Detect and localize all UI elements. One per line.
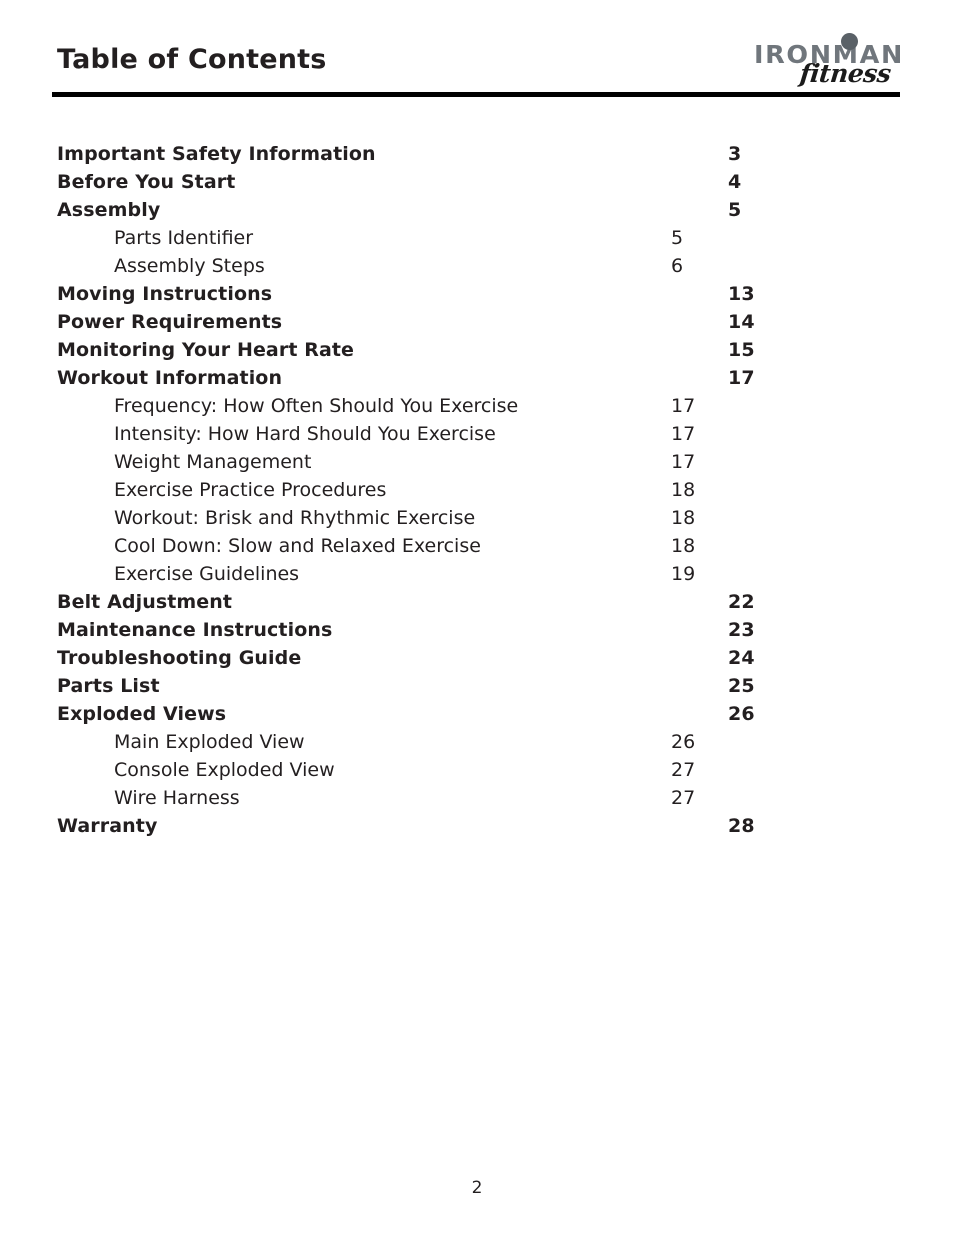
- toc-sub-entry[interactable]: Wire Harness 27: [57, 784, 907, 812]
- toc-entry-label: Assembly Steps: [114, 255, 265, 277]
- toc-entry-page-number: 27: [671, 759, 696, 781]
- header-divider: [52, 92, 900, 97]
- toc-entry-page-number: 18: [671, 535, 696, 557]
- toc-entry-page-number: 15: [728, 339, 755, 361]
- toc-entry-label: Wire Harness: [114, 787, 240, 809]
- toc-entry-page-number: 3: [728, 143, 742, 165]
- toc-entry[interactable]: Maintenance Instructions 23: [57, 616, 907, 644]
- toc-entry-label: Belt Adjustment: [57, 591, 233, 613]
- toc-entry-label: Cool Down: Slow and Relaxed Exercise: [114, 535, 481, 557]
- toc-sub-entry[interactable]: Weight Management 17: [57, 448, 907, 476]
- toc-entry-label: Frequency: How Often Should You Exercise: [114, 395, 519, 417]
- toc-sub-entry[interactable]: Workout: Brisk and Rhythmic Exercise 18: [57, 504, 907, 532]
- logo-script-text: fitness: [798, 59, 893, 88]
- ironman-fitness-logo: IRONMAN fitness: [752, 26, 904, 88]
- toc-entry[interactable]: Parts List 25: [57, 672, 907, 700]
- toc-entry-page-number: 24: [728, 647, 755, 669]
- toc-entry[interactable]: Exploded Views 26: [57, 700, 907, 728]
- toc-entry-label: Intensity: How Hard Should You Exercise: [114, 423, 496, 445]
- toc-entry-page-number: 17: [728, 367, 755, 389]
- toc-entry-page-number: 28: [728, 815, 755, 837]
- page-title: Table of Contents: [57, 44, 327, 75]
- toc-entry-label: Parts List: [57, 675, 160, 697]
- toc-sub-entry[interactable]: Console Exploded View 27: [57, 756, 907, 784]
- table-of-contents-list: Important Safety Information 3 Before You …: [57, 140, 907, 840]
- toc-entry-page-number: 26: [671, 731, 696, 753]
- toc-entry-page-number: 17: [671, 395, 696, 417]
- toc-entry-page-number: 19: [671, 563, 696, 585]
- toc-entry-page-number: 14: [728, 311, 755, 333]
- toc-entry-page-number: 27: [671, 787, 696, 809]
- toc-entry[interactable]: Important Safety Information 3: [57, 140, 907, 168]
- toc-entry[interactable]: Belt Adjustment 22: [57, 588, 907, 616]
- toc-entry-label: Exercise Practice Procedures: [114, 479, 387, 501]
- toc-entry-label: Important Safety Information: [57, 143, 376, 165]
- toc-entry[interactable]: Monitoring Your Heart Rate 15: [57, 336, 907, 364]
- toc-entry-page-number: 4: [728, 171, 742, 193]
- toc-entry-page-number: 17: [671, 451, 696, 473]
- toc-sub-entry[interactable]: Parts Identifier 5: [57, 224, 907, 252]
- toc-entry-label: Assembly: [57, 199, 161, 221]
- toc-sub-entry[interactable]: Exercise Practice Procedures 18: [57, 476, 907, 504]
- toc-entry-page-number: 17: [671, 423, 696, 445]
- toc-entry-label: Workout Information: [57, 367, 283, 389]
- toc-sub-entry[interactable]: Frequency: How Often Should You Exercise…: [57, 392, 907, 420]
- toc-entry-page-number: 18: [671, 479, 696, 501]
- toc-entry-label: Parts Identifier: [114, 227, 254, 249]
- toc-entry-label: Before You Start: [57, 171, 236, 193]
- toc-entry-page-number: 5: [671, 227, 684, 249]
- toc-entry[interactable]: Troubleshooting Guide 24: [57, 644, 907, 672]
- toc-entry-label: Exercise Guidelines: [114, 563, 300, 585]
- document-page: Table of Contents IRONMAN fitness Import…: [0, 0, 954, 1235]
- footer-page-number: 2: [471, 1178, 483, 1198]
- toc-entry[interactable]: Before You Start 4: [57, 168, 907, 196]
- toc-entry-page-number: 26: [728, 703, 755, 725]
- toc-entry-page-number: 23: [728, 619, 755, 641]
- toc-entry-page-number: 25: [728, 675, 755, 697]
- toc-entry-label: Workout: Brisk and Rhythmic Exercise: [114, 507, 476, 529]
- logo-head-dot-icon: [841, 33, 858, 50]
- toc-entry-label: Troubleshooting Guide: [57, 647, 302, 669]
- toc-entry-page-number: 5: [728, 199, 742, 221]
- toc-entry-page-number: 13: [728, 283, 755, 305]
- toc-sub-entry[interactable]: Main Exploded View 26: [57, 728, 907, 756]
- toc-entry-label: Weight Management: [114, 451, 312, 473]
- toc-entry[interactable]: Assembly 5: [57, 196, 907, 224]
- toc-sub-entry[interactable]: Cool Down: Slow and Relaxed Exercise 18: [57, 532, 907, 560]
- toc-entry[interactable]: Power Requirements 14: [57, 308, 907, 336]
- toc-entry-page-number: 22: [728, 591, 755, 613]
- toc-sub-entry[interactable]: Exercise Guidelines 19: [57, 560, 907, 588]
- toc-entry-label: Main Exploded View: [114, 731, 305, 753]
- toc-entry-label: Monitoring Your Heart Rate: [57, 339, 355, 361]
- toc-entry[interactable]: Warranty 28: [57, 812, 907, 840]
- toc-entry-label: Power Requirements: [57, 311, 283, 333]
- toc-sub-entry[interactable]: Intensity: How Hard Should You Exercise 1…: [57, 420, 907, 448]
- toc-sub-entry[interactable]: Assembly Steps 6: [57, 252, 907, 280]
- toc-entry[interactable]: Workout Information 17: [57, 364, 907, 392]
- toc-entry-label: Console Exploded View: [114, 759, 335, 781]
- toc-entry-page-number: 18: [671, 507, 696, 529]
- toc-entry-label: Warranty: [57, 815, 158, 837]
- toc-entry-label: Exploded Views: [57, 703, 227, 725]
- toc-entry-label: Moving Instructions: [57, 283, 273, 305]
- toc-entry-page-number: 6: [671, 255, 684, 277]
- toc-entry[interactable]: Moving Instructions 13: [57, 280, 907, 308]
- toc-entry-label: Maintenance Instructions: [57, 619, 333, 641]
